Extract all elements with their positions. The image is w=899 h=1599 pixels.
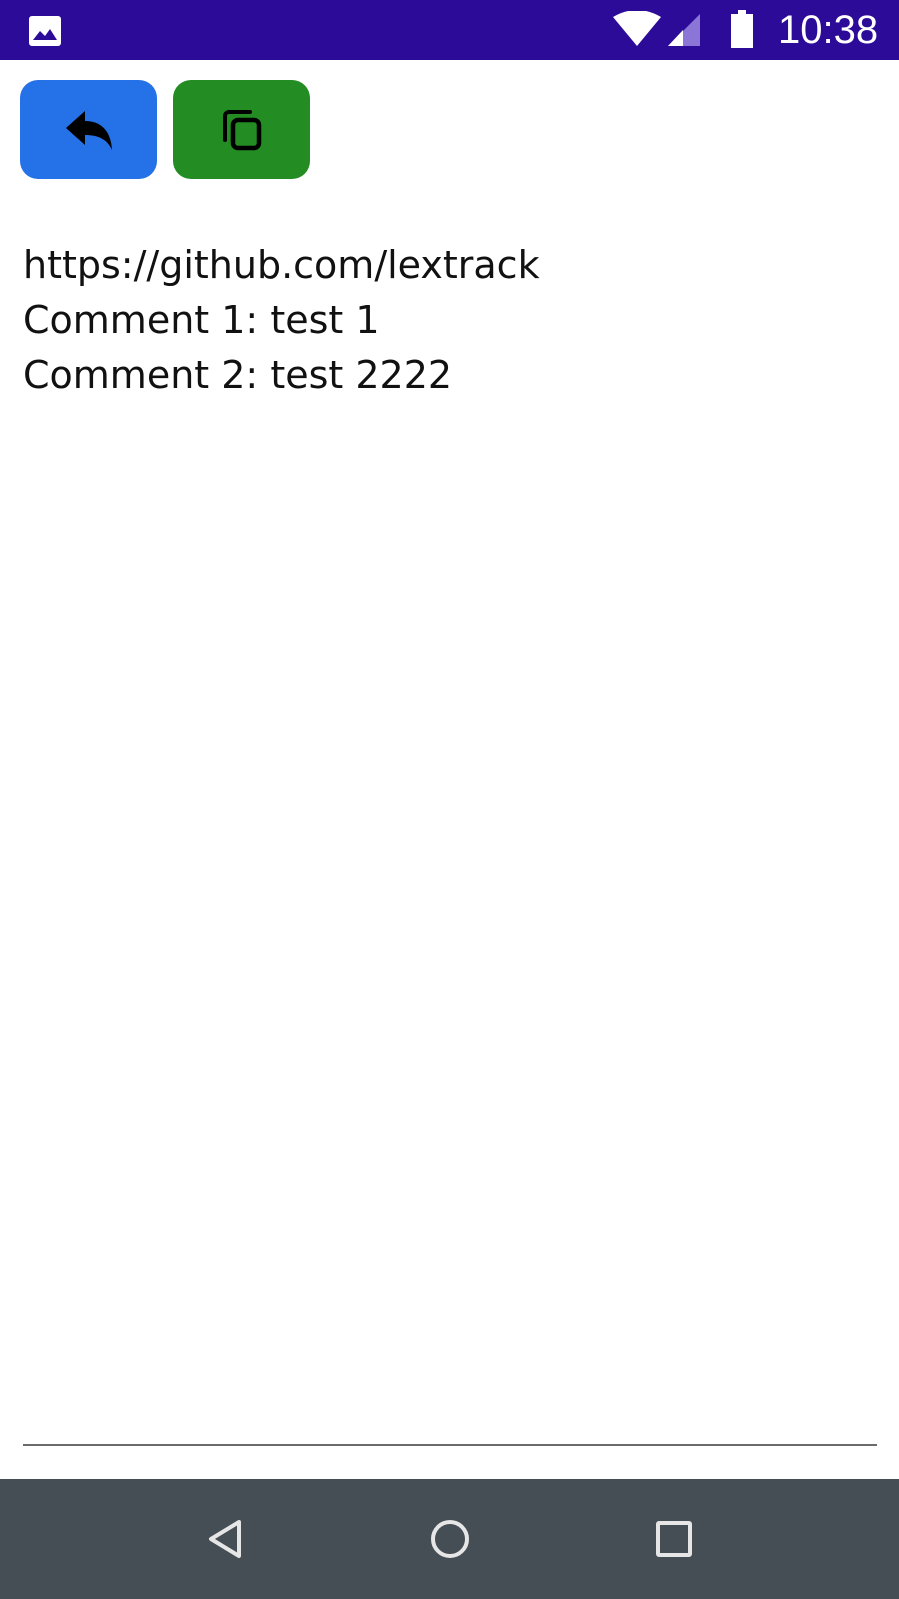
comment-line-2: Comment 2: test 2222 xyxy=(23,353,453,397)
nav-back-button[interactable] xyxy=(185,1499,265,1579)
gallery-icon xyxy=(29,16,61,46)
comment-line-1: Comment 1: test 1 xyxy=(23,298,380,342)
copy-icon xyxy=(222,109,261,150)
navigation-bar xyxy=(0,1479,899,1599)
status-clock: 10:38 xyxy=(778,8,879,52)
url-text: https://github.com/lextrack xyxy=(23,243,540,287)
nav-home-button[interactable] xyxy=(410,1499,490,1579)
nav-home-icon xyxy=(431,1520,469,1558)
battery-icon xyxy=(731,10,753,48)
status-bar: 10:38 xyxy=(0,0,899,60)
nav-recents-icon xyxy=(656,1521,692,1557)
app-screen: 10:38 https://github.com/lextrack Commen… xyxy=(0,0,899,1599)
wifi-icon xyxy=(613,11,661,46)
nav-recents-button[interactable] xyxy=(634,1499,714,1579)
signal-icon xyxy=(668,14,700,46)
back-button[interactable] xyxy=(20,80,157,179)
text-input-underline[interactable] xyxy=(23,1444,877,1446)
nav-back-icon xyxy=(209,1520,241,1558)
reply-arrow-icon xyxy=(65,110,112,150)
copy-button[interactable] xyxy=(173,80,310,179)
comments-content: https://github.com/lextrack Comment 1: t… xyxy=(23,238,873,403)
